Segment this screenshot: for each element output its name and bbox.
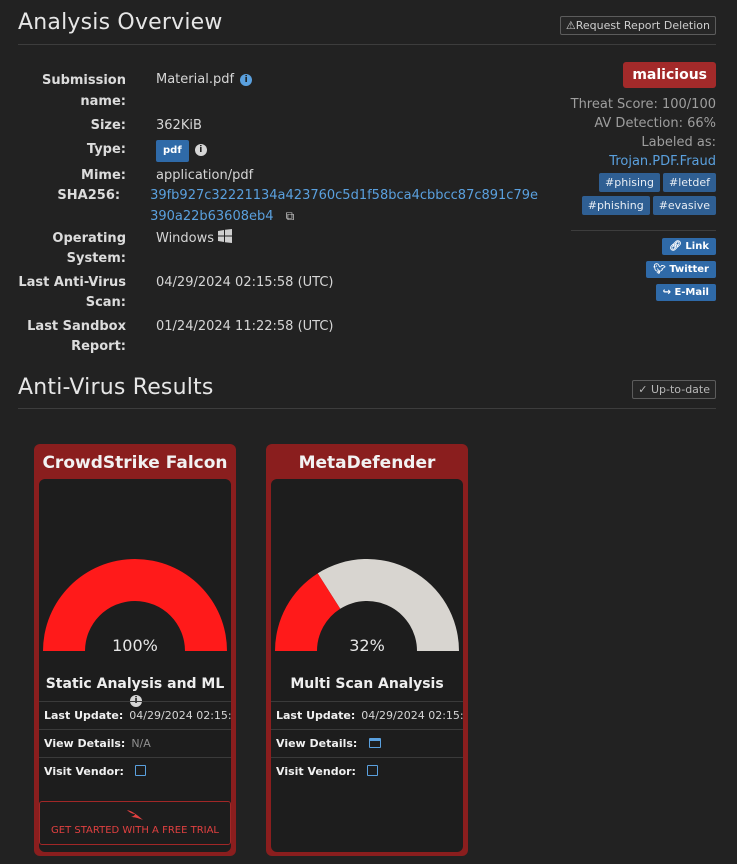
visit-vendor-label: Visit Vendor:: [276, 765, 356, 778]
visit-vendor-label: Visit Vendor:: [44, 765, 124, 778]
view-details-value: N/A: [131, 737, 151, 750]
vendor-name: MetaDefender: [298, 453, 436, 473]
av-detection: AV Detection: 66%: [594, 116, 716, 131]
vendor-name: CrowdStrike Falcon: [42, 453, 228, 473]
os-value: Windows: [156, 231, 215, 246]
info-icon[interactable]: i: [240, 74, 253, 86]
up-to-date-badge: ✓ Up-to-date: [632, 380, 716, 399]
copy-icon[interactable]: ⧉: [286, 209, 295, 223]
analysis-overview-title: Analysis Overview: [18, 10, 223, 35]
share-link-button[interactable]: 🔗︎ Link: [662, 238, 716, 255]
type-badge: pdf: [156, 140, 189, 162]
av-card-body: 100% Static Analysis and ML i Last Updat…: [39, 479, 231, 852]
av-card-metadefender: MetaDefender 32% Multi Scan Analysis Las…: [266, 444, 468, 856]
warning-icon: ⚠: [565, 19, 576, 32]
visit-vendor-row: Visit Vendor:: [39, 757, 231, 785]
submission-name-label: Submission name:: [41, 73, 126, 109]
analysis-type: Multi Scan Analysis: [290, 676, 444, 692]
request-deletion-button[interactable]: ⚠Request Report Deletion: [559, 16, 716, 35]
external-link-icon[interactable]: [135, 765, 147, 776]
threat-score: Threat Score: 100/100: [570, 97, 716, 112]
sandbox-label: Last Sandbox Report:: [27, 319, 126, 354]
sha256-value[interactable]: 39fb927c32221134a423760c5d1f58bca4cbbcc8…: [150, 186, 538, 206]
verdict-badge: malicious: [623, 62, 716, 88]
share-icon: ↪: [662, 287, 671, 298]
last-update-label: Last Update:: [44, 709, 124, 722]
labeled-as: Labeled as:: [641, 135, 716, 150]
divider: [18, 44, 716, 45]
link-icon: 🔗︎: [669, 241, 682, 252]
size-value: 362KiB: [156, 118, 202, 133]
tag-letdef[interactable]: #letdef: [663, 173, 716, 192]
windows-icon: [218, 229, 233, 243]
detection-percent: 32%: [349, 636, 385, 655]
av-card-crowdstrike: CrowdStrike Falcon 100% Static Analysis …: [34, 444, 236, 856]
free-trial-banner[interactable]: GET STARTED WITH A FREE TRIAL: [39, 801, 231, 845]
info-icon[interactable]: i: [194, 144, 207, 156]
divider: [571, 230, 716, 231]
tag-phising[interactable]: #phising: [599, 173, 661, 192]
view-details-row: View Details:: [271, 729, 463, 757]
size-label: Size:: [90, 118, 126, 133]
label-value[interactable]: Trojan.PDF.Fraud: [566, 153, 716, 170]
view-details-row: View Details: N/A: [39, 729, 231, 757]
type-label: Type:: [86, 142, 126, 157]
av-scan-value: 04/29/2024 02:15:58 (UTC): [156, 275, 334, 290]
last-update-label: Last Update:: [276, 709, 356, 722]
av-scan-label: Last Anti-Virus Scan:: [18, 275, 126, 310]
last-update-value: 04/29/2024 02:15:58: [129, 709, 231, 722]
falcon-icon: [127, 810, 143, 820]
av-results-title: Anti-Virus Results: [18, 375, 214, 400]
free-trial-text: GET STARTED WITH A FREE TRIAL: [51, 825, 219, 836]
sha256-value-cont[interactable]: 390a22b63608eb4: [150, 209, 273, 224]
av-card-body: 32% Multi Scan Analysis Last Update: 04/2…: [271, 479, 463, 852]
last-update-row: Last Update: 04/29/2024 02:15:58: [39, 701, 231, 729]
check-icon: ✓: [638, 383, 648, 396]
os-label: Operating System:: [52, 231, 126, 266]
submission-name-value: Material.pdf: [156, 72, 235, 87]
view-details-label: View Details:: [44, 737, 126, 750]
tag-evasive[interactable]: #evasive: [652, 196, 716, 215]
external-link-icon[interactable]: [367, 765, 379, 776]
sandbox-value: 01/24/2024 11:22:58 (UTC): [156, 319, 334, 334]
last-update-row: Last Update: 04/29/2024 02:15:58: [271, 701, 463, 729]
file-metadata: Submission name: Material.pdf i Size: 36…: [18, 70, 538, 361]
detection-percent: 100%: [112, 636, 158, 655]
twitter-icon: 🐦︎: [653, 264, 666, 275]
window-icon[interactable]: [368, 738, 381, 748]
verdict-panel: malicious Threat Score: 100/100 AV Detec…: [566, 62, 716, 217]
mime-label: Mime:: [81, 168, 126, 183]
share-twitter-button[interactable]: 🐦︎ Twitter: [646, 261, 716, 278]
visit-vendor-row: Visit Vendor:: [271, 757, 463, 785]
last-update-value: 04/29/2024 02:15:58: [361, 709, 463, 722]
divider: [18, 408, 716, 409]
sha256-label: SHA256:: [57, 188, 121, 203]
view-details-label: View Details:: [276, 737, 358, 750]
mime-value: application/pdf: [156, 168, 254, 183]
share-email-button[interactable]: ↪ E-Mail: [655, 284, 716, 301]
tag-phishing[interactable]: #phishing: [581, 196, 650, 215]
